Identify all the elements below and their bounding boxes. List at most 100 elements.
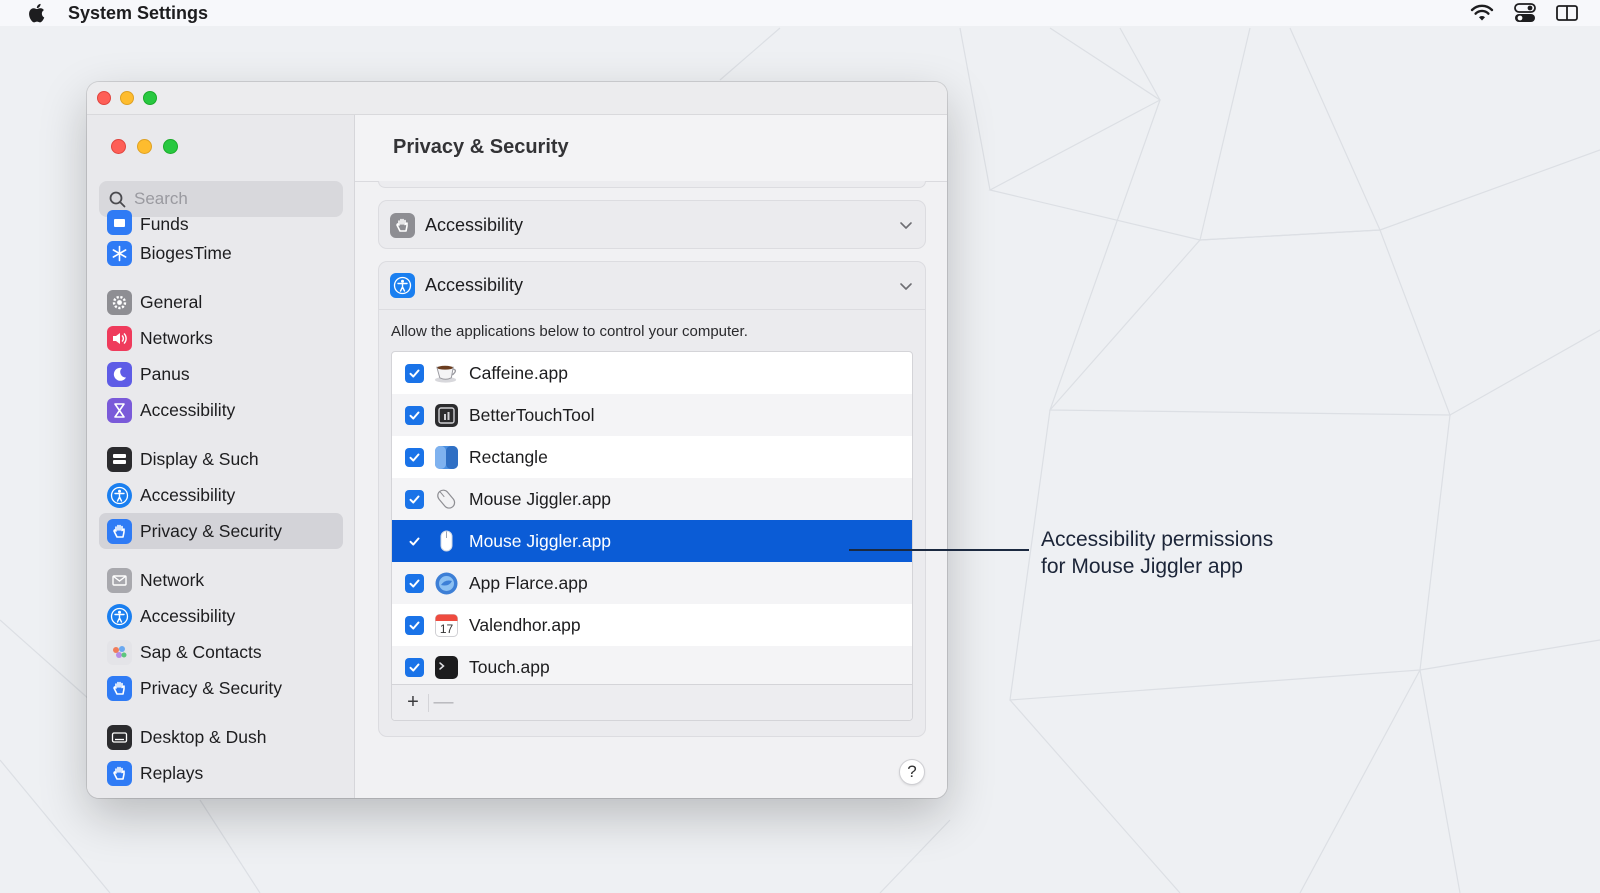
sidebar-item-label: Accessibility: [140, 484, 236, 505]
zoom-button[interactable]: [163, 139, 178, 154]
sidebar-item-replays[interactable]: Replays: [99, 755, 343, 791]
snowflake-icon: [107, 240, 132, 266]
sidebar-item-sap-contacts[interactable]: Sap & Contacts: [99, 634, 343, 670]
section-accessibility-collapsed[interactable]: Accessibility: [378, 200, 926, 249]
sidebar-item-accessibility-hourglass[interactable]: Accessibility: [99, 392, 343, 428]
app-row-rectangle[interactable]: Rectangle: [392, 436, 912, 478]
app-name: Valendhor.app: [469, 614, 581, 635]
sidebar: Funds BiogesTime General: [87, 115, 355, 798]
add-app-button[interactable]: +: [398, 689, 428, 717]
speaker-icon: [107, 325, 132, 351]
sidebar-item-display-such[interactable]: Display & Such: [99, 441, 343, 477]
permission-checkbox[interactable]: [405, 447, 424, 467]
sidebar-item-panus[interactable]: Panus: [99, 356, 343, 392]
section-header[interactable]: Accessibility: [379, 262, 925, 310]
sidebar-item-networks[interactable]: Networks: [99, 320, 343, 356]
contacts-icon: [107, 639, 132, 665]
hand-icon: [107, 675, 132, 701]
sidebar-item-accessibility-2[interactable]: Accessibility: [99, 598, 343, 634]
sidebar-item-label: Accessibility: [140, 605, 236, 626]
sidebar-item-label: General: [140, 291, 203, 312]
bettertouchtool-icon: [434, 403, 459, 428]
remove-app-button[interactable]: —: [428, 691, 458, 713]
apple-logo[interactable]: [26, 2, 46, 24]
permission-checkbox[interactable]: [405, 615, 424, 635]
app-row-app-flarce[interactable]: App Flarce.app: [392, 562, 912, 604]
envelope-icon: [107, 567, 132, 593]
sidebar-item-privacy-security-2[interactable]: Privacy & Security: [99, 670, 343, 706]
app-name: Caffeine.app: [469, 362, 568, 383]
minimize-button[interactable]: [120, 91, 134, 105]
close-button[interactable]: [111, 139, 126, 154]
hand-icon: [390, 212, 415, 238]
window-titlebar[interactable]: [87, 82, 947, 115]
zoom-button[interactable]: [143, 91, 157, 105]
sidebar-item-general[interactable]: General: [99, 284, 343, 320]
callout-line-2: for Mouse Jiggler app: [1041, 555, 1243, 578]
help-button[interactable]: ?: [899, 759, 925, 785]
section-accessibility-expanded: Accessibility Allow the applications bel…: [378, 261, 926, 737]
rectangle-icon: [434, 445, 459, 470]
moon-icon: [107, 361, 132, 387]
app-menu-title[interactable]: System Settings: [68, 3, 208, 24]
app-row-caffeine[interactable]: Caffeine.app: [392, 352, 912, 394]
sidebar-list: Funds BiogesTime General Networks Panus …: [99, 210, 343, 791]
main-pane: Privacy & Security Accessibility Accessi…: [355, 115, 947, 798]
sidebar-item-label: Privacy & Security: [140, 520, 282, 541]
sidebar-item-network[interactable]: Network: [99, 562, 343, 598]
search-icon: [109, 191, 126, 207]
app-row-bettertouchtool[interactable]: BetterTouchTool: [392, 394, 912, 436]
page-title: Privacy & Security: [393, 136, 569, 158]
settings-window: Funds BiogesTime General: [87, 82, 947, 798]
mouse-icon: [434, 529, 459, 554]
section-header[interactable]: Accessibility: [379, 201, 925, 249]
sidebar-item-label: Privacy & Security: [140, 677, 282, 698]
minimize-button[interactable]: [137, 139, 152, 154]
previous-section-edge: [378, 181, 926, 188]
app-name: Rectangle: [469, 446, 548, 467]
permission-checkbox[interactable]: [405, 405, 424, 425]
hourglass-icon: [107, 397, 132, 423]
permission-checkbox[interactable]: [405, 573, 424, 593]
sidebar-item-accessibility[interactable]: Accessibility: [99, 477, 343, 513]
search-input[interactable]: [134, 189, 324, 209]
app-name: Mouse Jiggler.app: [469, 530, 612, 551]
app-name: App Flarce.app: [469, 572, 588, 593]
menu-bar: System Settings: [0, 0, 1600, 26]
hand-icon: [107, 760, 132, 786]
chevron-down-icon[interactable]: [899, 279, 913, 293]
display-icon: [107, 446, 132, 472]
sidebar-item-desktop-dush[interactable]: Desktop & Dush: [99, 719, 343, 755]
list-toolbar: + —: [392, 684, 912, 720]
callout-annotation: Accessibility permissions for Mouse Jigg…: [1041, 526, 1341, 580]
app-row-mouse-jiggler-selected[interactable]: Mouse Jiggler.app: [392, 520, 912, 562]
chevron-down-icon[interactable]: [899, 218, 913, 232]
terminal-icon: [434, 655, 459, 680]
app-row-touch[interactable]: Touch.app: [392, 646, 912, 688]
sidebar-item-privacy-security[interactable]: Privacy & Security: [99, 513, 343, 549]
callout-line: [849, 549, 1029, 551]
section-label: Accessibility: [425, 214, 524, 235]
coffee-cup-icon: [434, 361, 459, 386]
permission-checkbox[interactable]: [405, 489, 424, 509]
app-name: Mouse Jiggler.app: [469, 488, 612, 509]
sidebar-item-label: Desktop & Dush: [140, 726, 267, 747]
control-center-icon[interactable]: [1514, 3, 1536, 23]
permission-checkbox[interactable]: [405, 657, 424, 677]
close-button[interactable]: [97, 91, 111, 105]
accessibility-icon: [390, 273, 415, 298]
split-view-icon[interactable]: [1556, 4, 1578, 22]
app-row-mouse-jiggler[interactable]: Mouse Jiggler.app: [392, 478, 912, 520]
hand-icon: [107, 518, 132, 544]
main-header: Privacy & Security: [355, 115, 947, 182]
globe-icon: [434, 571, 459, 596]
permission-checkbox[interactable]: [405, 532, 424, 551]
keyboard-icon: [107, 724, 132, 750]
permission-checkbox[interactable]: [405, 363, 424, 383]
sidebar-item-funds[interactable]: Funds: [99, 209, 343, 235]
app-row-valendhor[interactable]: 17 Valendhor.app: [392, 604, 912, 646]
calendar-day: 17: [439, 622, 454, 636]
sidebar-item-biogestime[interactable]: BiogesTime: [99, 235, 343, 271]
sidebar-item-label: Network: [140, 569, 205, 590]
wifi-icon[interactable]: [1470, 4, 1494, 22]
